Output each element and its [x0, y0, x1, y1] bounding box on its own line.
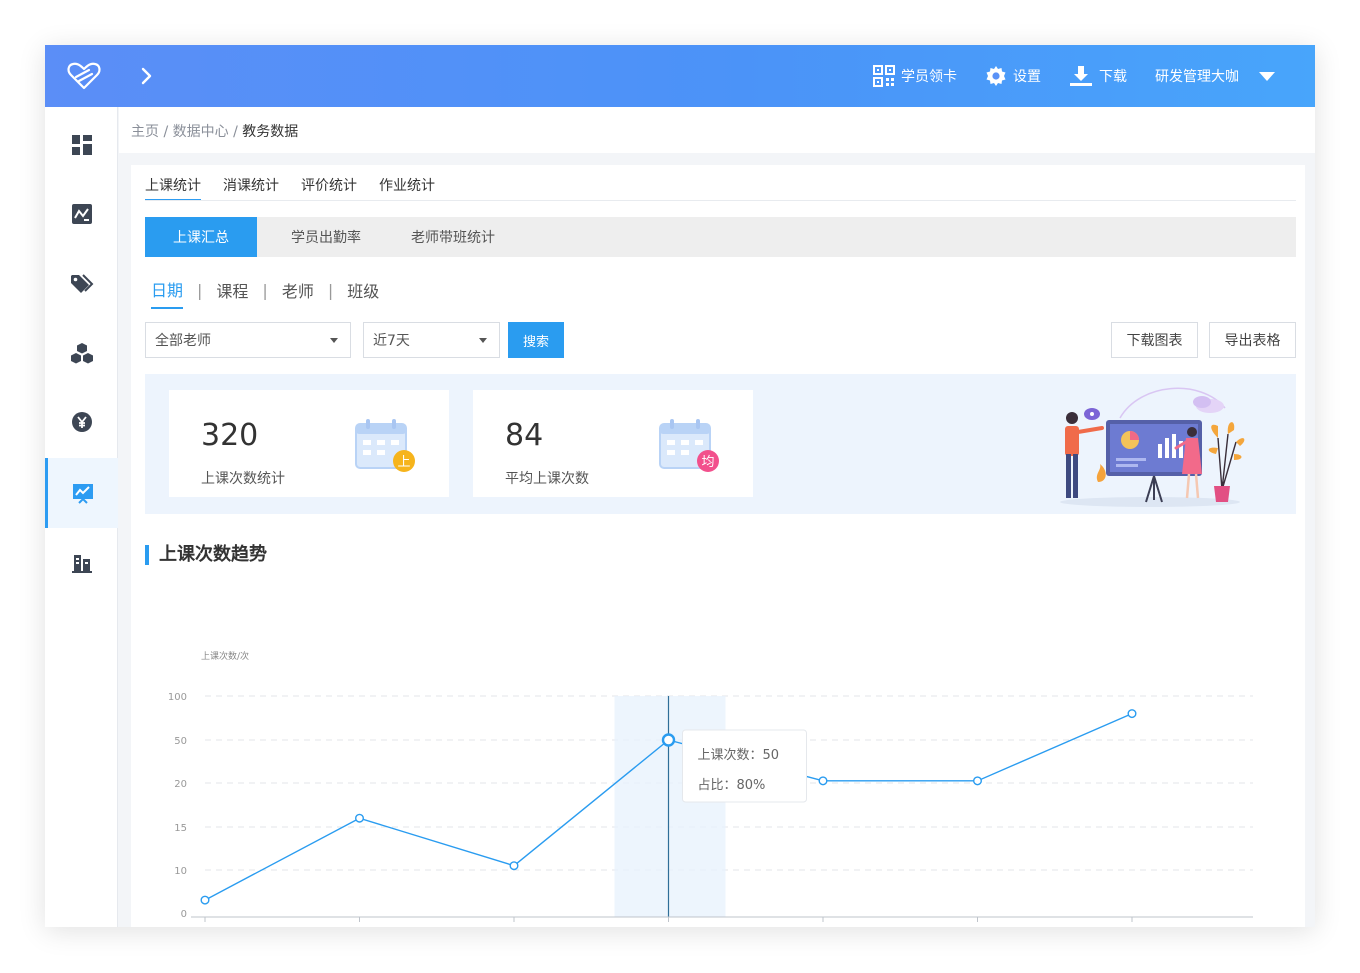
filter-separator: | [197, 280, 203, 300]
data-point[interactable] [973, 776, 983, 786]
caret-down-icon [479, 338, 487, 343]
stats-band: 320 上课次数统计 上 84 平均上课次数 均 [145, 374, 1296, 514]
breadcrumb: 主页 / 数据中心 / 教务数据 [131, 121, 298, 141]
tooltip-count: 上课次数：50 [698, 747, 780, 763]
data-point[interactable] [354, 813, 364, 823]
download-chart-button[interactable]: 下载图表 [1111, 322, 1198, 358]
filter-separator: | [262, 280, 268, 300]
download-icon [1070, 66, 1092, 86]
sidebar-item-organization[interactable] [45, 528, 118, 598]
stat-card-average: 84 平均上课次数 均 [473, 390, 753, 497]
subtab-teacher-class[interactable]: 老师带班统计 [386, 217, 520, 257]
sidebar-item-analytics[interactable] [45, 179, 118, 249]
y-axis-label: 上课次数/次 [201, 650, 249, 662]
filter-separator: | [327, 280, 334, 300]
stat-value: 84 [505, 418, 544, 453]
dimension-filters: 日期 | 课程 | 老师 | 班级 [151, 277, 379, 309]
tab-consume-stats[interactable]: 消课统计 [223, 175, 279, 201]
filter-course[interactable]: 课程 [216, 278, 248, 308]
analytics-icon [71, 204, 92, 224]
breadcrumb-data-center[interactable]: 数据中心 [173, 124, 229, 140]
export-table-button[interactable]: 导出表格 [1209, 322, 1296, 358]
teacher-select[interactable]: 全部老师 [145, 322, 351, 358]
subtab-attendance[interactable]: 学员出勤率 [257, 217, 386, 257]
user-menu[interactable]: 研发管理大咖 [1155, 66, 1275, 86]
user-name: 研发管理大咖 [1155, 69, 1239, 85]
search-button[interactable]: 搜索 [508, 322, 564, 358]
y-tick-label: 100 [168, 692, 187, 703]
y-tick-label: 10 [174, 866, 187, 877]
sidebar-item-resources[interactable] [45, 318, 118, 388]
top-bar: 学员领卡 设置 下载 研发管理大咖 [45, 45, 1315, 107]
stat-label: 上课次数统计 [201, 471, 285, 487]
stat-value: 320 [201, 418, 259, 453]
data-point[interactable] [200, 895, 210, 905]
app-window: 学员领卡 设置 下载 研发管理大咖 主页 / 数据中心 / 教务数据 上课统计 … [45, 45, 1315, 927]
tabs-divider [145, 200, 1296, 201]
gear-icon [986, 66, 1006, 86]
data-point[interactable] [818, 776, 828, 786]
filter-date[interactable]: 日期 [151, 277, 184, 309]
stat-label: 平均上课次数 [505, 471, 589, 487]
tab-class-stats[interactable]: 上课统计 [145, 175, 201, 201]
data-point[interactable] [509, 861, 519, 871]
sidebar [45, 107, 118, 927]
sidebar-item-finance[interactable] [45, 387, 118, 457]
download-button[interactable]: 下载 [1069, 65, 1127, 87]
section-title: 上课次数趋势 [145, 545, 267, 565]
download-label: 下载 [1099, 69, 1127, 85]
calendar-icon: 上 [355, 419, 415, 472]
chart-tooltip: 上课次数：50 占比：80% [682, 729, 807, 803]
student-card-label: 学员领卡 [901, 69, 957, 85]
trend-chart-icon [73, 484, 93, 504]
data-point[interactable] [661, 733, 676, 747]
stat-card-total: 320 上课次数统计 上 [169, 390, 449, 497]
tag-icon [70, 274, 93, 293]
sidebar-item-data-center[interactable] [45, 458, 118, 528]
y-tick-label: 0 [181, 909, 187, 920]
settings-label: 设置 [1013, 69, 1041, 85]
sidebar-item-tags[interactable] [45, 249, 118, 319]
breadcrumb-separator: / [228, 124, 243, 140]
student-card-button[interactable]: 学员领卡 [873, 65, 957, 87]
date-range-select[interactable]: 近7天 [363, 322, 500, 358]
sidebar-item-dashboard[interactable] [45, 110, 118, 180]
presentation-illustration [1060, 387, 1245, 507]
chevron-right-icon[interactable] [137, 63, 157, 89]
tooltip-ratio: 占比：80% [698, 778, 766, 793]
logo-heart-icon[interactable] [67, 61, 101, 91]
y-tick-label: 20 [174, 779, 187, 790]
cubes-icon [70, 343, 93, 364]
stat-badge: 上 [397, 455, 410, 470]
filter-class[interactable]: 班级 [347, 278, 379, 308]
date-range-value: 近7天 [373, 333, 410, 349]
y-tick-label: 50 [174, 736, 187, 747]
teacher-select-value: 全部老师 [155, 333, 211, 349]
building-icon [71, 555, 92, 573]
caret-down-icon [330, 338, 338, 343]
y-tick-label: 15 [174, 823, 187, 834]
filter-teacher[interactable]: 老师 [282, 278, 314, 308]
sub-tabs: 上课汇总 学员出勤率 老师带班统计 [145, 217, 1296, 257]
breadcrumb-bar: 主页 / 数据中心 / 教务数据 [119, 107, 1315, 153]
stat-tabs: 上课统计 消课统计 评价统计 作业统计 [145, 175, 435, 201]
data-point[interactable] [1127, 709, 1137, 719]
settings-button[interactable]: 设置 [985, 65, 1041, 87]
trend-line-chart: 上课次数/次 010152050100 10-1510-1610-1710-18… [168, 650, 1253, 922]
hover-highlight-band [614, 696, 726, 917]
tab-homework-stats[interactable]: 作业统计 [379, 175, 435, 201]
caret-down-icon [1259, 71, 1275, 81]
stat-badge: 均 [701, 455, 714, 470]
subtab-class-summary[interactable]: 上课汇总 [145, 217, 257, 257]
qrcode-icon [873, 65, 895, 87]
main-content: 上课统计 消课统计 评价统计 作业统计 上课汇总 学员出勤率 老师带班统计 日期… [131, 165, 1305, 927]
calendar-icon: 均 [659, 419, 719, 472]
dashboard-icon [71, 135, 92, 155]
breadcrumb-current: 教务数据 [242, 124, 299, 140]
breadcrumb-home[interactable]: 主页 [131, 124, 159, 140]
yen-icon [71, 412, 92, 432]
breadcrumb-separator: / [159, 124, 173, 140]
tab-review-stats[interactable]: 评价统计 [301, 175, 357, 201]
